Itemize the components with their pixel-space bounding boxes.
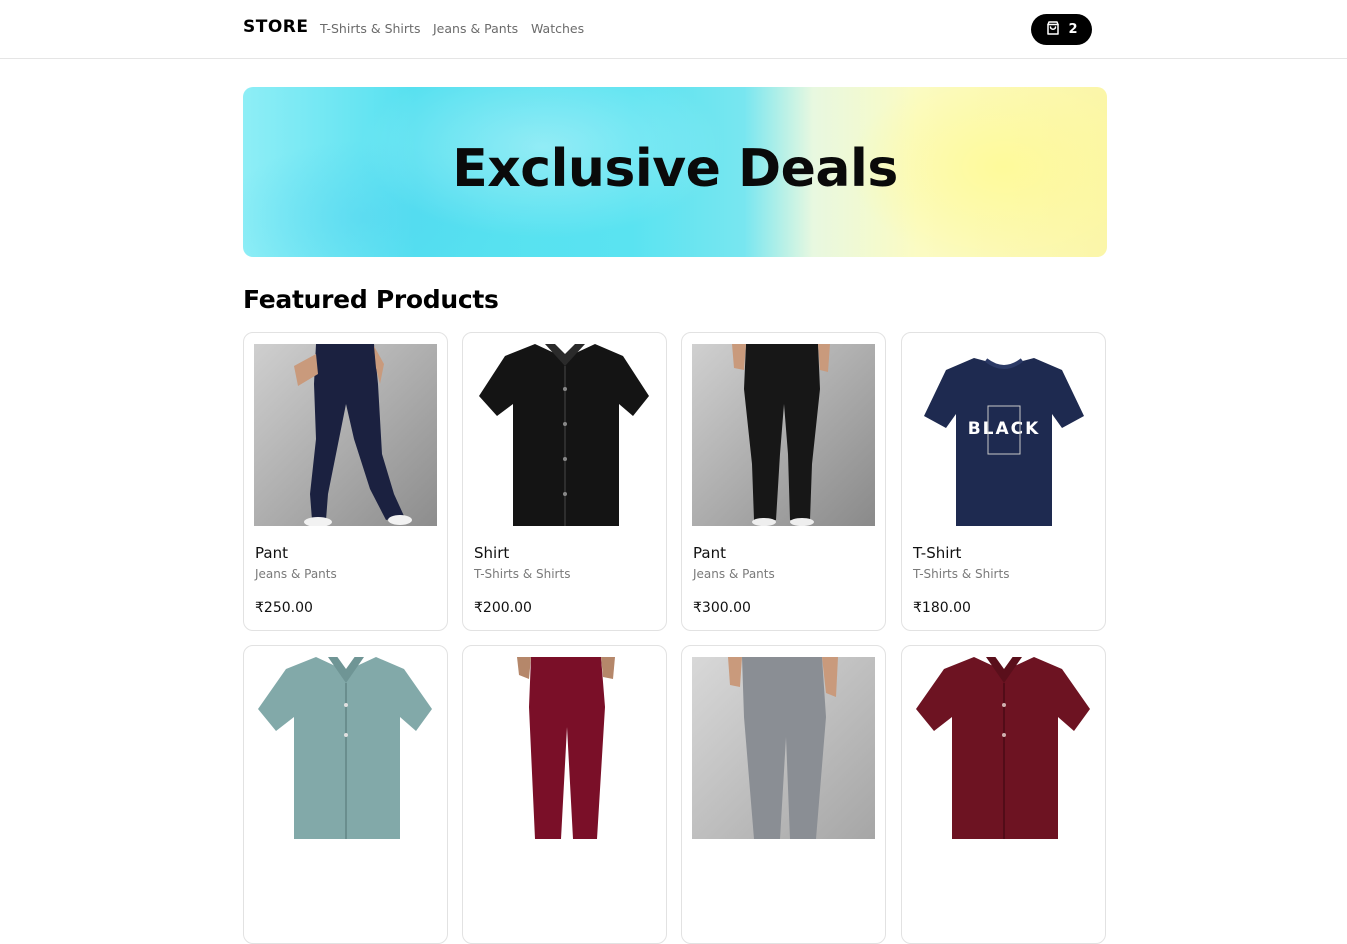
nav-link-jeans-pants[interactable]: Jeans & Pants — [433, 21, 518, 36]
product-card[interactable] — [681, 645, 886, 944]
product-category: T-Shirts & Shirts — [913, 567, 1010, 581]
product-card[interactable]: Pant Jeans & Pants ₹250.00 — [243, 332, 448, 631]
featured-products-heading: Featured Products — [243, 285, 499, 314]
hero-title: Exclusive Deals — [452, 139, 898, 199]
hero-banner: Exclusive Deals — [243, 87, 1107, 257]
product-price: ₹300.00 — [693, 600, 751, 616]
cart-button[interactable]: 2 — [1031, 14, 1092, 45]
product-card[interactable]: Pant Jeans & Pants ₹300.00 — [681, 332, 886, 631]
navy-pants-photo — [254, 344, 437, 526]
product-card[interactable] — [901, 645, 1106, 944]
store-logo[interactable]: STORE — [243, 17, 309, 37]
product-category: T-Shirts & Shirts — [474, 567, 571, 581]
product-image — [692, 344, 875, 526]
teal-shirt-photo — [254, 657, 437, 839]
product-card[interactable]: Shirt T-Shirts & Shirts ₹200.00 — [462, 332, 667, 631]
product-image: BLACK — [912, 344, 1095, 526]
grey-jeans-photo — [692, 657, 875, 839]
product-image — [692, 657, 875, 839]
product-card[interactable]: BLACK T-Shirt T-Shirts & Shirts ₹180.00 — [901, 332, 1106, 631]
product-name: Pant — [255, 544, 288, 562]
maroon-shirt-photo — [912, 657, 1095, 839]
product-card[interactable] — [462, 645, 667, 944]
product-price: ₹180.00 — [913, 600, 971, 616]
product-name: Shirt — [474, 544, 510, 562]
shopping-bag-icon — [1045, 20, 1061, 40]
nav-link-tshirts-shirts[interactable]: T-Shirts & Shirts — [320, 21, 420, 36]
black-shirt-photo — [473, 344, 656, 526]
top-navbar: STORE T-Shirts & Shirts Jeans & Pants Wa… — [0, 0, 1347, 59]
product-price: ₹250.00 — [255, 600, 313, 616]
black-pants-photo — [692, 344, 875, 526]
maroon-pants-photo — [473, 657, 656, 839]
product-image — [473, 657, 656, 839]
nav-link-watches[interactable]: Watches — [531, 21, 584, 36]
tshirt-print-text: BLACK — [968, 419, 1041, 439]
product-category: Jeans & Pants — [693, 567, 775, 581]
product-card[interactable] — [243, 645, 448, 944]
product-price: ₹200.00 — [474, 600, 532, 616]
product-image — [912, 657, 1095, 839]
product-name: T-Shirt — [913, 544, 962, 562]
navy-tshirt-photo: BLACK — [912, 344, 1095, 526]
cart-count-badge: 2 — [1068, 22, 1078, 37]
product-category: Jeans & Pants — [255, 567, 337, 581]
product-image — [473, 344, 656, 526]
product-image — [254, 344, 437, 526]
product-name: Pant — [693, 544, 726, 562]
product-image — [254, 657, 437, 839]
